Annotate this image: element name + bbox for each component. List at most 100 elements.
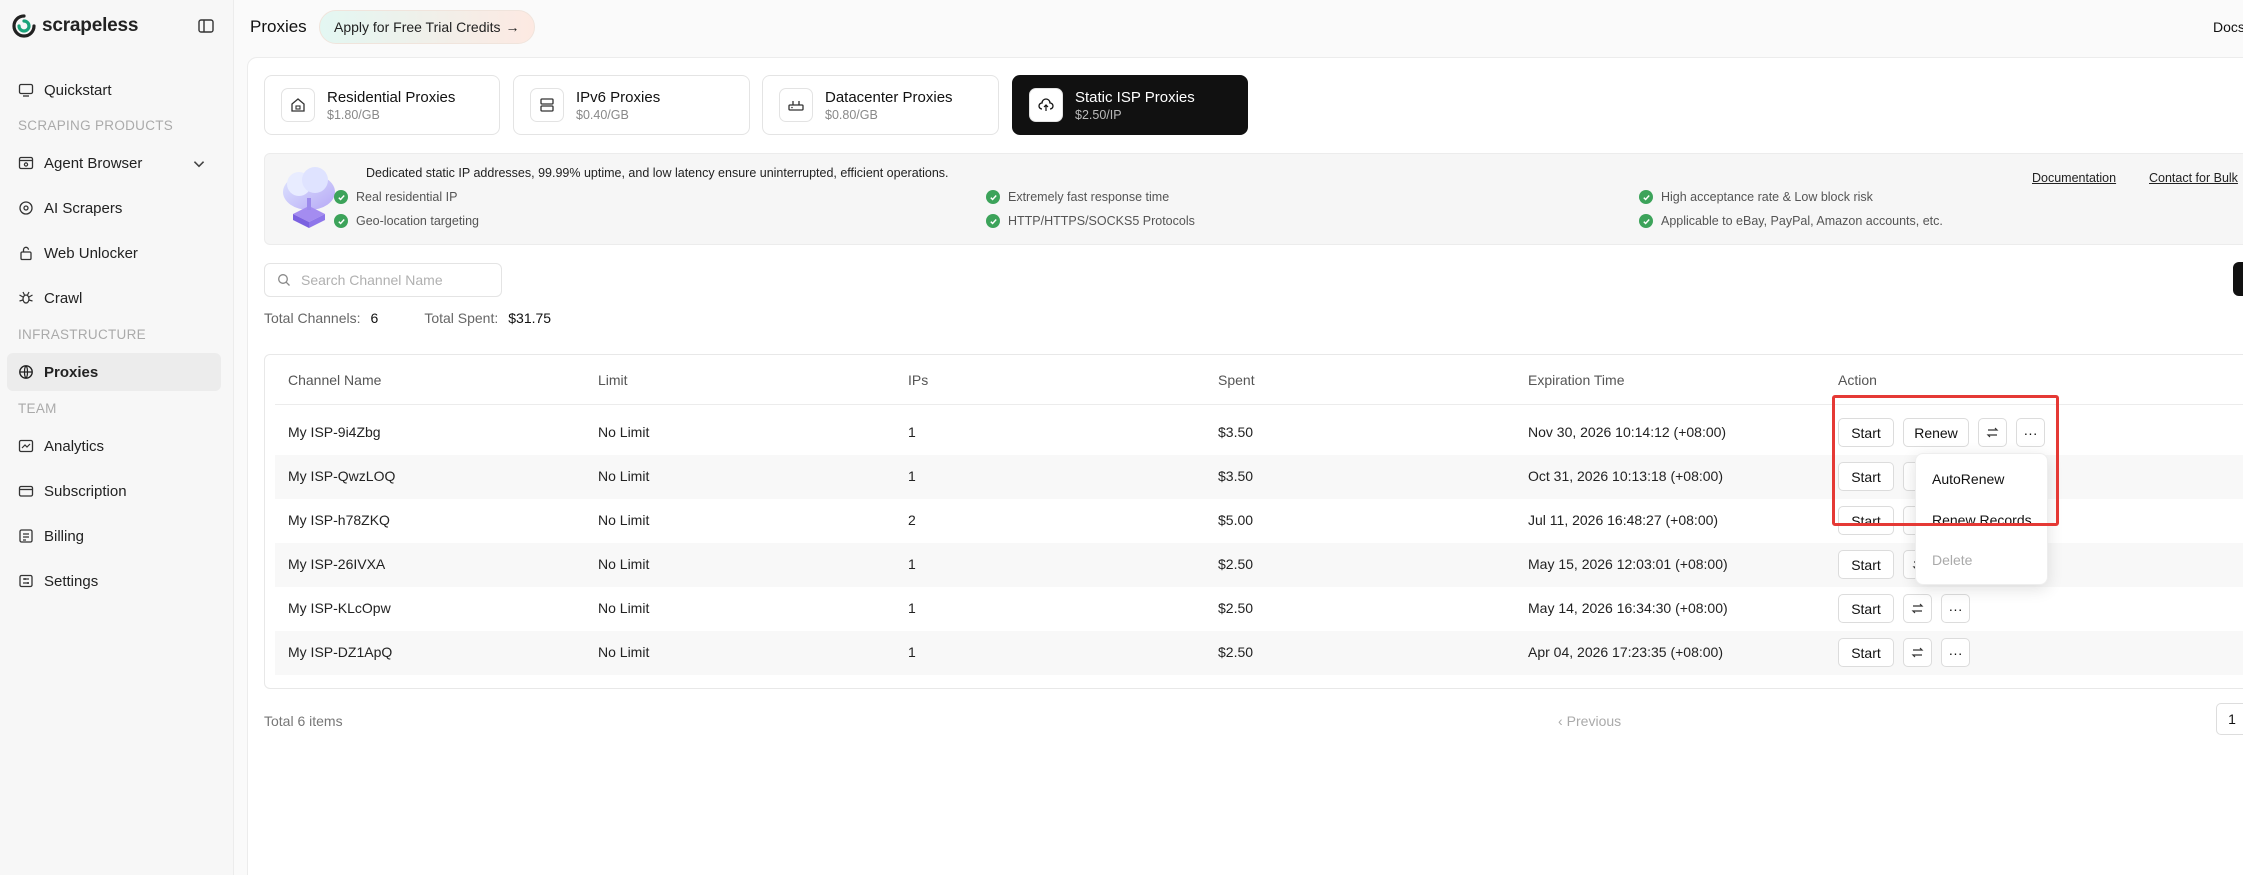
sidebar-item-settings[interactable]: Settings — [7, 562, 221, 600]
switch-arrows-icon — [1986, 427, 1999, 438]
menu-item-autorenew[interactable]: AutoRenew — [1932, 471, 2004, 487]
sidebar-item-label: Quickstart — [44, 81, 112, 99]
scrapeless-logo-icon — [12, 14, 36, 38]
sidebar-toggle-icon[interactable] — [197, 17, 215, 35]
feature-text: Real residential IP — [356, 190, 458, 204]
sidebar-item-quickstart[interactable]: Quickstart — [7, 71, 221, 109]
check-circle-icon — [334, 190, 348, 204]
sidebar-item-label: Analytics — [44, 437, 105, 455]
cell-spent: $2.50 — [1218, 556, 1254, 572]
more-actions-menu: AutoRenew Renew Records Delete — [1915, 453, 2048, 585]
start-button[interactable]: Start — [1838, 550, 1894, 579]
sidebar-item-label: Proxies — [44, 363, 99, 381]
sidebar-item-web-unlocker[interactable]: Web Unlocker — [7, 234, 221, 272]
tab-ipv6-proxies[interactable]: IPv6 Proxies $0.40/GB — [513, 75, 750, 135]
previous-label: Previous — [1566, 713, 1622, 729]
cell-channel-name: My ISP-KLcOpw — [288, 600, 391, 616]
cell-spent: $3.50 — [1218, 424, 1254, 440]
page-number-button[interactable]: 1 — [2216, 703, 2243, 735]
start-button[interactable]: Start — [1838, 418, 1894, 447]
banner-description: Dedicated static IP addresses, 99.99% up… — [366, 166, 949, 180]
menu-item-renew-records[interactable]: Renew Records — [1932, 512, 2032, 528]
start-button[interactable]: Start — [1838, 506, 1894, 535]
feature-banner: Dedicated static IP addresses, 99.99% up… — [264, 153, 2243, 245]
tab-price: $0.80/GB — [825, 107, 878, 122]
cell-limit: No Limit — [598, 512, 650, 528]
total-spent-label: Total Spent: — [424, 310, 499, 326]
tab-name: Datacenter Proxies — [825, 88, 953, 106]
table-row: My ISP-DZ1ApQ No Limit 1 $2.50 Apr 04, 2… — [275, 631, 2243, 675]
cell-expiration: Apr 04, 2026 17:23:35 (+08:00) — [1528, 644, 1723, 660]
renew-button[interactable]: Renew — [1903, 418, 1969, 447]
sidebar: scrapeless Quickstart SCRAPING PRODUCTS … — [0, 0, 234, 875]
logo[interactable]: scrapeless — [12, 14, 138, 38]
previous-page-button[interactable]: ‹ Previous — [1558, 713, 1621, 729]
globe-icon — [19, 365, 33, 379]
tab-name: IPv6 Proxies — [576, 88, 661, 106]
search-box — [264, 263, 502, 297]
sidebar-item-proxies[interactable]: Proxies — [7, 353, 221, 391]
tab-price: $1.80/GB — [327, 107, 380, 122]
cell-channel-name: My ISP-26IVXA — [288, 556, 386, 572]
cloud-illustration-icon — [283, 167, 335, 228]
feature-item: Real residential IP — [334, 190, 457, 204]
home-icon — [281, 88, 315, 122]
sidebar-item-ai-scrapers[interactable]: AI Scrapers — [7, 189, 221, 227]
col-limit: Limit — [598, 372, 628, 388]
switch-button[interactable] — [1903, 638, 1932, 667]
cell-ips: 1 — [908, 556, 916, 572]
feature-text: Applicable to eBay, PayPal, Amazon accou… — [1661, 214, 1943, 228]
cell-channel-name: My ISP-QwzLOQ — [288, 468, 396, 484]
chevron-down-icon[interactable] — [191, 156, 207, 172]
free-trial-button[interactable]: Apply for Free Trial Credits → — [319, 10, 535, 44]
tab-residential-proxies[interactable]: Residential Proxies $1.80/GB — [264, 75, 500, 135]
sidebar-item-agent-browser[interactable]: Agent Browser — [7, 144, 221, 182]
search-input[interactable] — [301, 272, 491, 288]
cell-expiration: Oct 31, 2026 10:13:18 (+08:00) — [1528, 468, 1723, 484]
cell-expiration: May 14, 2026 16:34:30 (+08:00) — [1528, 600, 1728, 616]
free-trial-label: Apply for Free Trial Credits — [334, 19, 501, 35]
cell-limit: No Limit — [598, 468, 650, 484]
tab-name: Residential Proxies — [327, 88, 456, 106]
more-button[interactable]: ··· — [1941, 594, 1970, 623]
server-icon — [530, 88, 564, 122]
cell-expiration: Jul 11, 2026 16:48:27 (+08:00) — [1528, 512, 1719, 528]
docs-link[interactable]: Docs — [2213, 19, 2243, 35]
feature-item: High acceptance rate & Low block risk — [1639, 190, 1873, 204]
switch-button[interactable] — [1903, 594, 1932, 623]
sidebar-item-billing[interactable]: Billing — [7, 517, 221, 555]
total-items: Total 6 items — [264, 713, 343, 729]
summary-stats: Total Channels: 6 Total Spent: $31.75 — [264, 310, 551, 326]
sidebar-item-crawl[interactable]: Crawl — [7, 279, 221, 317]
cell-limit: No Limit — [598, 556, 650, 572]
more-button[interactable]: ··· — [2016, 418, 2045, 447]
page-title: Proxies — [250, 17, 307, 36]
sidebar-item-label: AI Scrapers — [44, 199, 123, 217]
spider-icon — [19, 291, 33, 304]
start-button[interactable]: Start — [1838, 462, 1894, 491]
tab-datacenter-proxies[interactable]: Datacenter Proxies $0.80/GB — [762, 75, 999, 135]
sidebar-item-label: Agent Browser — [44, 154, 143, 172]
cell-spent: $2.50 — [1218, 600, 1254, 616]
documentation-link[interactable]: Documentation — [2032, 171, 2116, 185]
monitor-icon — [18, 83, 34, 97]
tab-static-isp-proxies[interactable]: Static ISP Proxies $2.50/IP — [1012, 75, 1248, 135]
sidebar-item-analytics[interactable]: Analytics — [7, 427, 221, 465]
more-button[interactable]: ··· — [1941, 638, 1970, 667]
switch-button[interactable] — [1978, 418, 2007, 447]
billing-icon — [19, 529, 33, 543]
menu-item-delete[interactable]: Delete — [1932, 552, 1972, 568]
start-button[interactable]: Start — [1838, 638, 1894, 667]
add-channel-button[interactable] — [2233, 262, 2243, 296]
feature-text: HTTP/HTTPS/SOCKS5 Protocols — [1008, 214, 1195, 228]
col-ips: IPs — [908, 372, 929, 388]
cell-ips: 1 — [908, 600, 916, 616]
start-button[interactable]: Start — [1838, 594, 1894, 623]
cell-ips: 1 — [908, 468, 916, 484]
cell-expiration: Nov 30, 2026 10:14:12 (+08:00) — [1528, 424, 1727, 440]
top-bar: Proxies Apply for Free Trial Credits → D… — [235, 0, 2243, 56]
switch-arrows-icon — [1911, 647, 1924, 658]
contact-bulk-link[interactable]: Contact for Bulk — [2149, 171, 2238, 185]
sidebar-item-subscription[interactable]: Subscription — [7, 472, 221, 510]
table-header: Channel Name Limit IPs Spent Expiration … — [275, 355, 2243, 405]
